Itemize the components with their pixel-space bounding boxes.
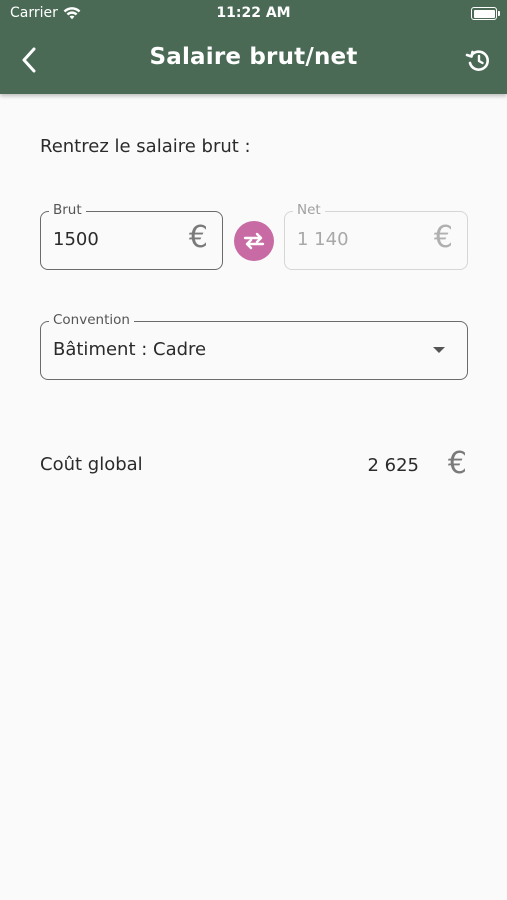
battery-level (473, 9, 495, 18)
total-cost-label: Coût global (40, 454, 143, 475)
convention-selected-value: Bâtiment : Cadre (53, 339, 207, 360)
convention-select[interactable]: Convention Bâtiment : Cadre (40, 312, 468, 380)
total-cost-value: 2 625 (367, 455, 419, 476)
gross-salary-field[interactable]: Brut 1500 € (40, 202, 223, 270)
gross-salary-input[interactable]: 1500 (53, 229, 99, 250)
dropdown-arrow-icon (433, 347, 445, 353)
euro-icon: € (188, 220, 208, 255)
net-field-label: Net (293, 202, 325, 218)
swap-button[interactable] (234, 221, 274, 261)
app-header: Carrier 11:22 AM Salaire brut/net (0, 0, 507, 94)
gross-field-label: Brut (49, 202, 86, 218)
status-time: 11:22 AM (216, 5, 291, 21)
history-icon (465, 50, 489, 71)
net-salary-field[interactable]: Net 1 140 € (284, 202, 468, 270)
input-prompt: Rentrez le salaire brut : (40, 136, 251, 157)
history-button[interactable] (463, 45, 493, 75)
euro-icon: € (433, 220, 453, 255)
status-bar: Carrier 11:22 AM (0, 0, 507, 28)
page-title: Salaire brut/net (149, 44, 358, 70)
convention-field-label: Convention (49, 312, 134, 328)
swap-arrows-icon (243, 232, 265, 250)
battery-icon (471, 7, 500, 20)
net-salary-input[interactable]: 1 140 (297, 229, 349, 250)
euro-icon: € (447, 446, 467, 481)
